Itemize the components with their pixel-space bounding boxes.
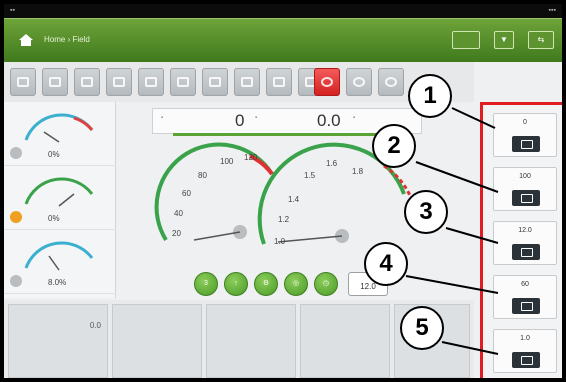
callout-3: 3 [404, 190, 448, 234]
readout-right-value: 0.0 [317, 111, 341, 130]
toolbar [4, 62, 474, 102]
header-tractor-button[interactable]: ⇆ [528, 31, 554, 49]
slot-4[interactable]: 60 [493, 275, 557, 319]
highlighted-slot-panel: 0 100 12.0 60 1.0 [480, 102, 562, 378]
fuel-tick: 1.6 [326, 159, 338, 168]
app-frame: ▪▪ ▪▪▪ Home › Field ▼ ⇆ 0% 0% 8.0% ▪ 0 ▪… [0, 0, 566, 382]
bottom-cell-4[interactable] [300, 304, 390, 378]
mini-gauge-3: 8.0% [4, 230, 116, 294]
slot-3[interactable]: 12.0 [493, 221, 557, 265]
fuel-tick: 1.2 [278, 215, 290, 224]
slot-function-icon [512, 298, 540, 314]
tool-button-13[interactable] [378, 68, 404, 96]
info-button[interactable] [346, 68, 372, 96]
tool-button-2[interactable] [42, 68, 68, 96]
slot-value: 100 [519, 173, 531, 180]
readout-label-left: ▪ [161, 115, 164, 121]
tool-button-3[interactable] [74, 68, 100, 96]
rpm-tick: 120 [244, 153, 258, 162]
callout-1: 1 [408, 74, 452, 118]
callout-2: 2 [372, 124, 416, 168]
timer-icon[interactable]: ◷ [314, 272, 338, 296]
home-icon[interactable] [18, 33, 34, 47]
tool-button-4[interactable] [106, 68, 132, 96]
fuel-tick: 1.8 [352, 167, 364, 176]
rpm-tick: 60 [182, 189, 191, 198]
bottom-cell-3[interactable] [206, 304, 296, 378]
up-arrow-icon[interactable]: ↑ [224, 272, 248, 296]
status-right: ▪▪▪ [548, 7, 556, 14]
rpm-tick: 40 [174, 209, 183, 218]
status-dot-icon [10, 147, 22, 159]
bottom-cell-value: 0.0 [89, 321, 101, 330]
mode-button-row: 3 ↑ ⚙ ◎ ◷ 12.0 [194, 268, 394, 298]
tool-button-6[interactable] [170, 68, 196, 96]
header-display-button[interactable] [452, 31, 480, 49]
tool-button-8[interactable] [234, 68, 260, 96]
stop-button[interactable] [314, 68, 340, 96]
rpm-tick: 20 [172, 229, 181, 238]
fuel-tick: 1.4 [288, 195, 300, 204]
mini-gauge-1: 0% [4, 102, 116, 166]
slot-5[interactable]: 1.0 [493, 329, 557, 373]
tool-button-9[interactable] [266, 68, 292, 96]
left-gauge-panel: 0% 0% 8.0% [4, 102, 116, 298]
fuel-tick: 1.0 [274, 237, 286, 246]
rpm-tick: 100 [220, 157, 234, 166]
bottom-cell-1[interactable]: 0.0 [8, 304, 108, 378]
slot-function-icon [512, 136, 540, 152]
mini-gauge-2: 0% [4, 166, 116, 230]
slot-value: 12.0 [518, 227, 532, 234]
status-dot-icon [10, 275, 22, 287]
target-icon[interactable]: ◎ [284, 272, 308, 296]
speed-icon[interactable]: 3 [194, 272, 218, 296]
fuel-tick: 1.5 [304, 171, 316, 180]
slot-value: 60 [521, 281, 529, 288]
slot-2[interactable]: 100 [493, 167, 557, 211]
callout-4: 4 [364, 242, 408, 286]
mini-gauge-value: 0% [48, 150, 60, 159]
mini-gauge-value: 0% [48, 214, 60, 223]
mini-gauge-value: 8.0% [48, 278, 67, 287]
readout-unit-left: ▪ [255, 115, 258, 121]
rpm-tick: 80 [198, 171, 207, 180]
status-left: ▪▪ [10, 7, 15, 14]
readout-left-value: 0 [235, 111, 245, 130]
slot-value: 1.0 [520, 335, 530, 342]
slot-1[interactable]: 0 [493, 113, 557, 157]
slot-function-icon [512, 244, 540, 260]
callout-5: 5 [400, 306, 444, 350]
warning-dot-icon [10, 211, 22, 223]
gear-icon[interactable]: ⚙ [254, 272, 278, 296]
header-down-button[interactable]: ▼ [494, 31, 514, 49]
readout-unit-right: ▪ [353, 115, 356, 121]
tool-button-7[interactable] [202, 68, 228, 96]
tool-button-1[interactable] [10, 68, 36, 96]
slot-function-icon [512, 352, 540, 368]
slot-function-icon [512, 190, 540, 206]
slot-value: 0 [523, 119, 527, 126]
breadcrumb[interactable]: Home › Field [44, 35, 90, 44]
bottom-cell-2[interactable] [112, 304, 202, 378]
header-bar: Home › Field ▼ ⇆ [4, 18, 562, 62]
status-bar: ▪▪ ▪▪▪ [4, 4, 562, 18]
tool-button-5[interactable] [138, 68, 164, 96]
